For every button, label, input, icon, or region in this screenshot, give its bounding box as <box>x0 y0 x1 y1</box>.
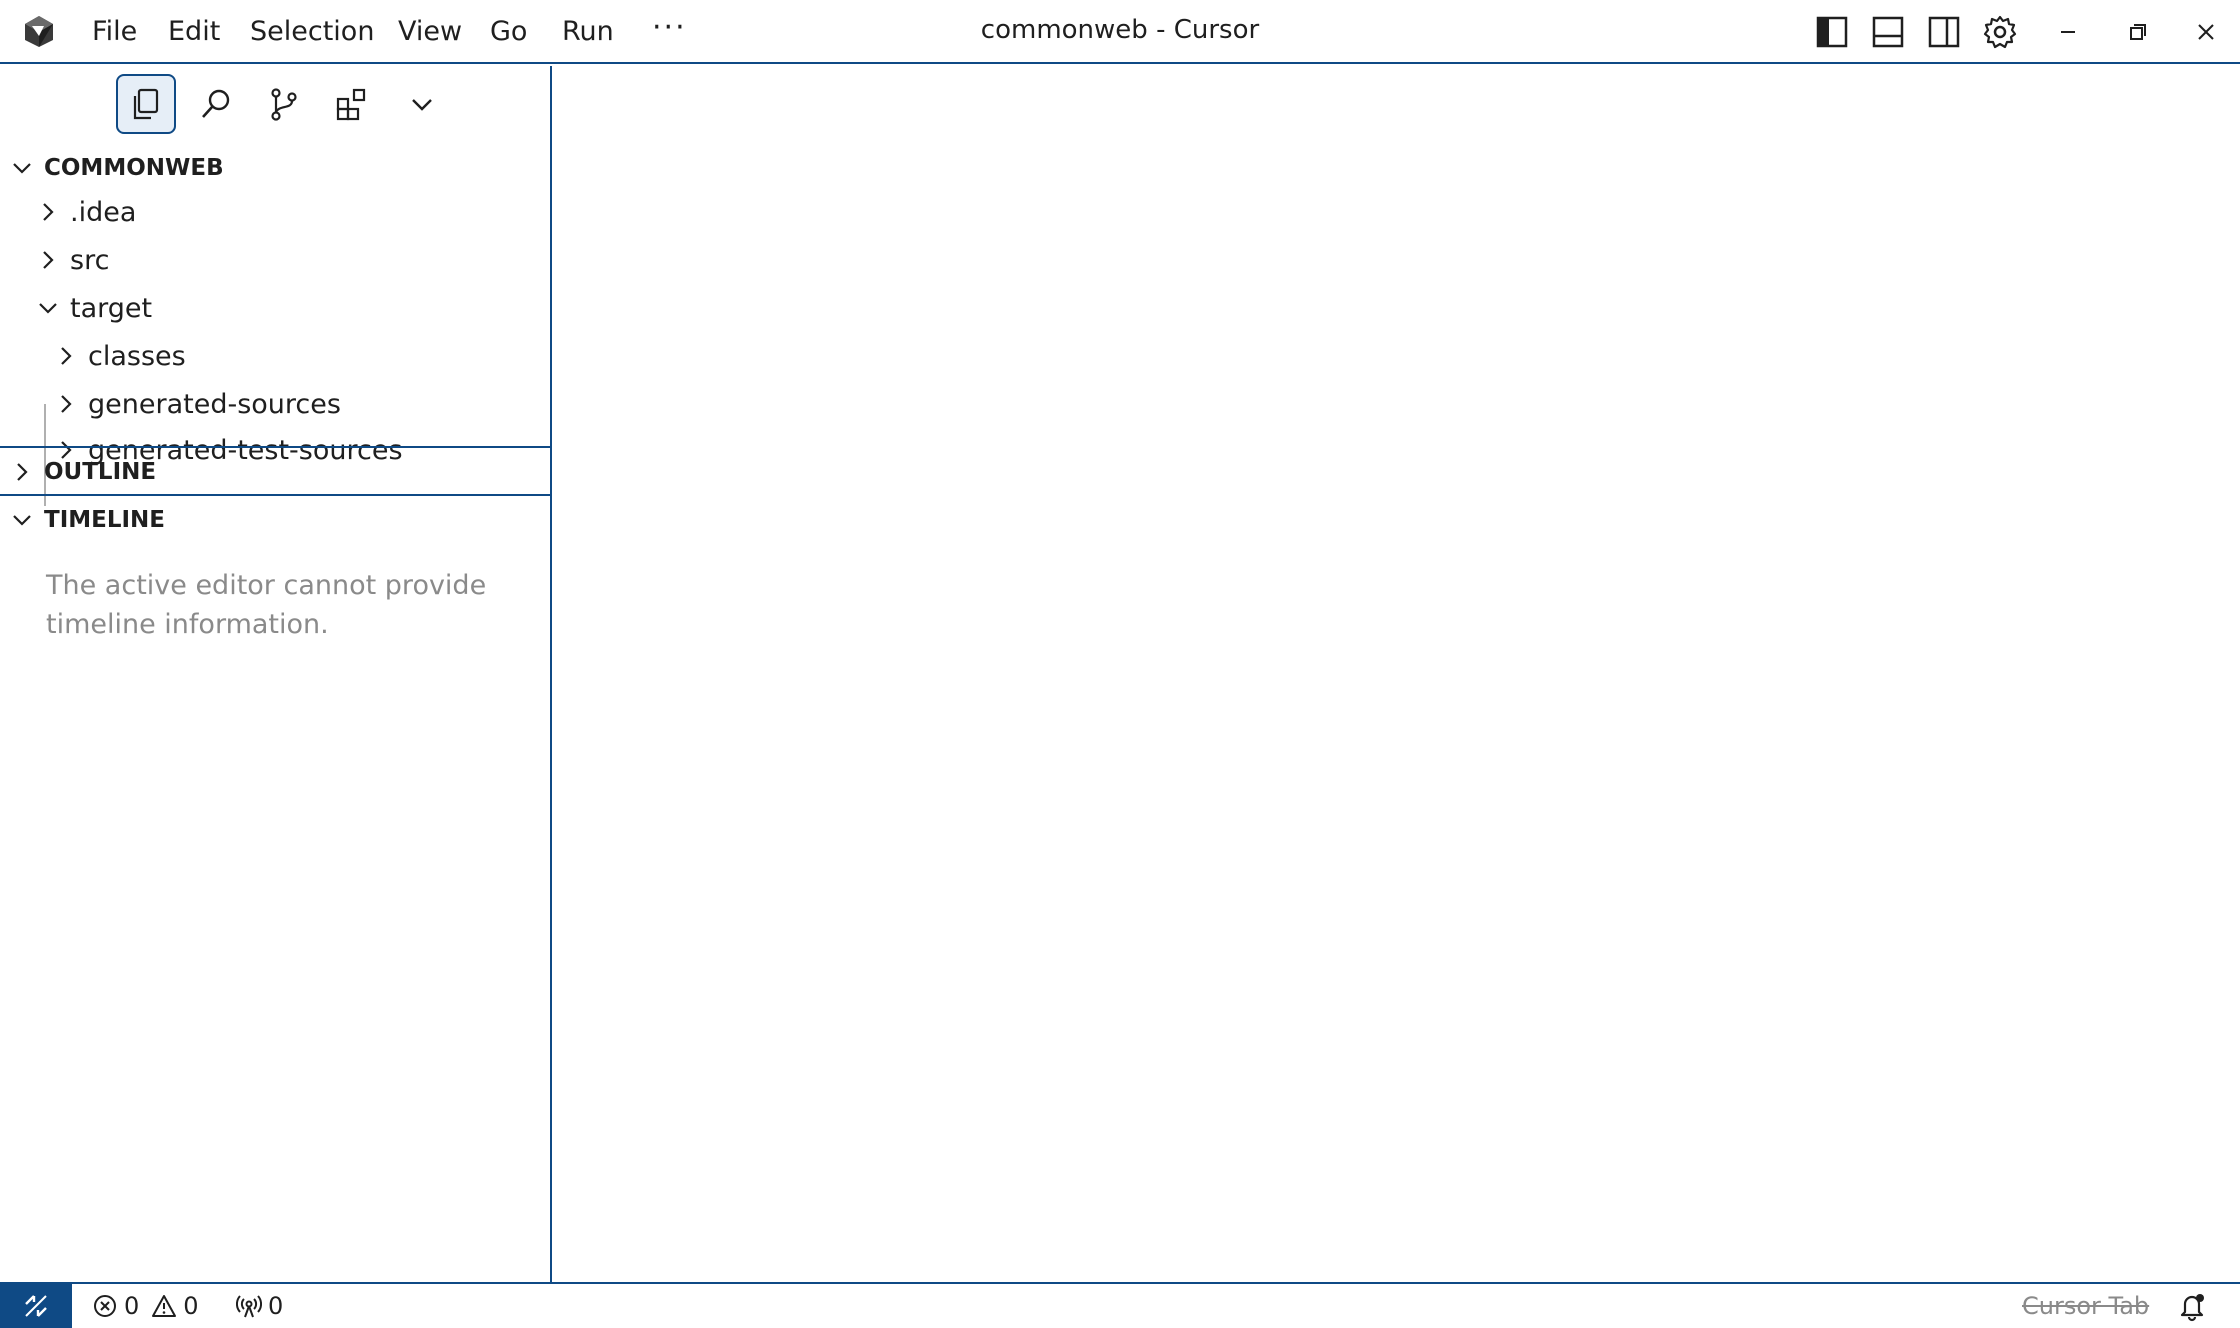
remote-indicator-icon[interactable] <box>0 1284 72 1328</box>
explorer-root-label: COMMONWEB <box>44 155 224 181</box>
source-control-icon[interactable] <box>254 74 314 134</box>
timeline-empty-message: The active editor cannot provide timelin… <box>46 570 487 640</box>
editor-area[interactable] <box>552 66 2240 1282</box>
outline-section-header[interactable]: OUTLINE <box>0 450 550 494</box>
chevron-right-icon <box>52 342 80 370</box>
menu-go[interactable]: Go <box>490 14 527 50</box>
chevron-right-icon <box>52 390 80 418</box>
menu-view[interactable]: View <box>398 14 462 50</box>
toggle-secondary-sidebar-icon[interactable] <box>1924 12 1964 52</box>
problems-indicator[interactable]: 0 0 <box>92 1284 199 1328</box>
more-views-chevron-down-icon[interactable] <box>392 74 452 134</box>
minimize-icon[interactable] <box>2048 12 2088 52</box>
tree-item-label: generated-sources <box>88 388 341 420</box>
title-bar: File Edit Selection View Go Run ··· comm… <box>0 0 2240 64</box>
tree-item-target[interactable]: target <box>0 284 550 332</box>
tree-item-label: src <box>70 244 110 276</box>
outline-label: OUTLINE <box>44 459 157 485</box>
chevron-down-icon <box>0 146 44 190</box>
chevron-right-icon <box>0 450 44 494</box>
notifications-bell-icon[interactable] <box>2176 1290 2208 1322</box>
menu-edit[interactable]: Edit <box>168 14 220 50</box>
tree-item-label: classes <box>88 340 186 372</box>
error-icon <box>94 1295 116 1317</box>
menu-selection[interactable]: Selection <box>250 14 374 50</box>
ports-indicator[interactable]: 0 <box>236 1284 283 1328</box>
explorer-icon[interactable] <box>116 74 176 134</box>
chevron-down-icon <box>34 294 62 322</box>
timeline-section-header[interactable]: TIMELINE <box>0 498 550 542</box>
settings-gear-icon[interactable] <box>1980 12 2020 52</box>
tree-item-classes[interactable]: classes <box>0 332 550 380</box>
warning-count: 0 <box>183 1292 199 1320</box>
error-count: 0 <box>124 1292 140 1320</box>
tree-item-idea[interactable]: .idea <box>0 188 550 236</box>
section-divider <box>0 494 550 496</box>
toggle-primary-sidebar-icon[interactable] <box>1812 12 1852 52</box>
tree-item-src[interactable]: src <box>0 236 550 284</box>
tree-item-generated-sources[interactable]: generated-sources <box>0 380 550 428</box>
close-icon[interactable] <box>2186 12 2226 52</box>
activity-bar <box>0 66 550 146</box>
menu-file[interactable]: File <box>92 14 137 50</box>
tree-item-label: .idea <box>70 196 137 228</box>
primary-sidebar: COMMONWEB .idea src target classes gener… <box>0 66 552 1282</box>
timeline-label: TIMELINE <box>44 507 166 533</box>
chevron-right-icon <box>34 198 62 226</box>
toggle-panel-icon[interactable] <box>1868 12 1908 52</box>
warning-icon <box>152 1295 177 1317</box>
section-divider <box>0 446 550 448</box>
search-icon[interactable] <box>186 74 246 134</box>
menu-run[interactable]: Run <box>562 14 614 50</box>
menu-more-button[interactable]: ··· <box>652 10 687 45</box>
broadcast-icon <box>236 1295 262 1318</box>
restore-icon[interactable] <box>2118 12 2158 52</box>
explorer-section-header[interactable]: COMMONWEB <box>0 146 550 190</box>
cursor-logo-icon <box>22 14 56 48</box>
ports-count: 0 <box>268 1292 284 1320</box>
status-bar: 0 0 0 Cursor Tab <box>0 1282 2240 1328</box>
tree-item-label: target <box>70 292 153 324</box>
cursor-tab-status[interactable]: Cursor Tab <box>2022 1284 2149 1328</box>
chevron-right-icon <box>34 246 62 274</box>
extensions-icon[interactable] <box>322 74 382 134</box>
chevron-down-icon <box>0 498 44 542</box>
